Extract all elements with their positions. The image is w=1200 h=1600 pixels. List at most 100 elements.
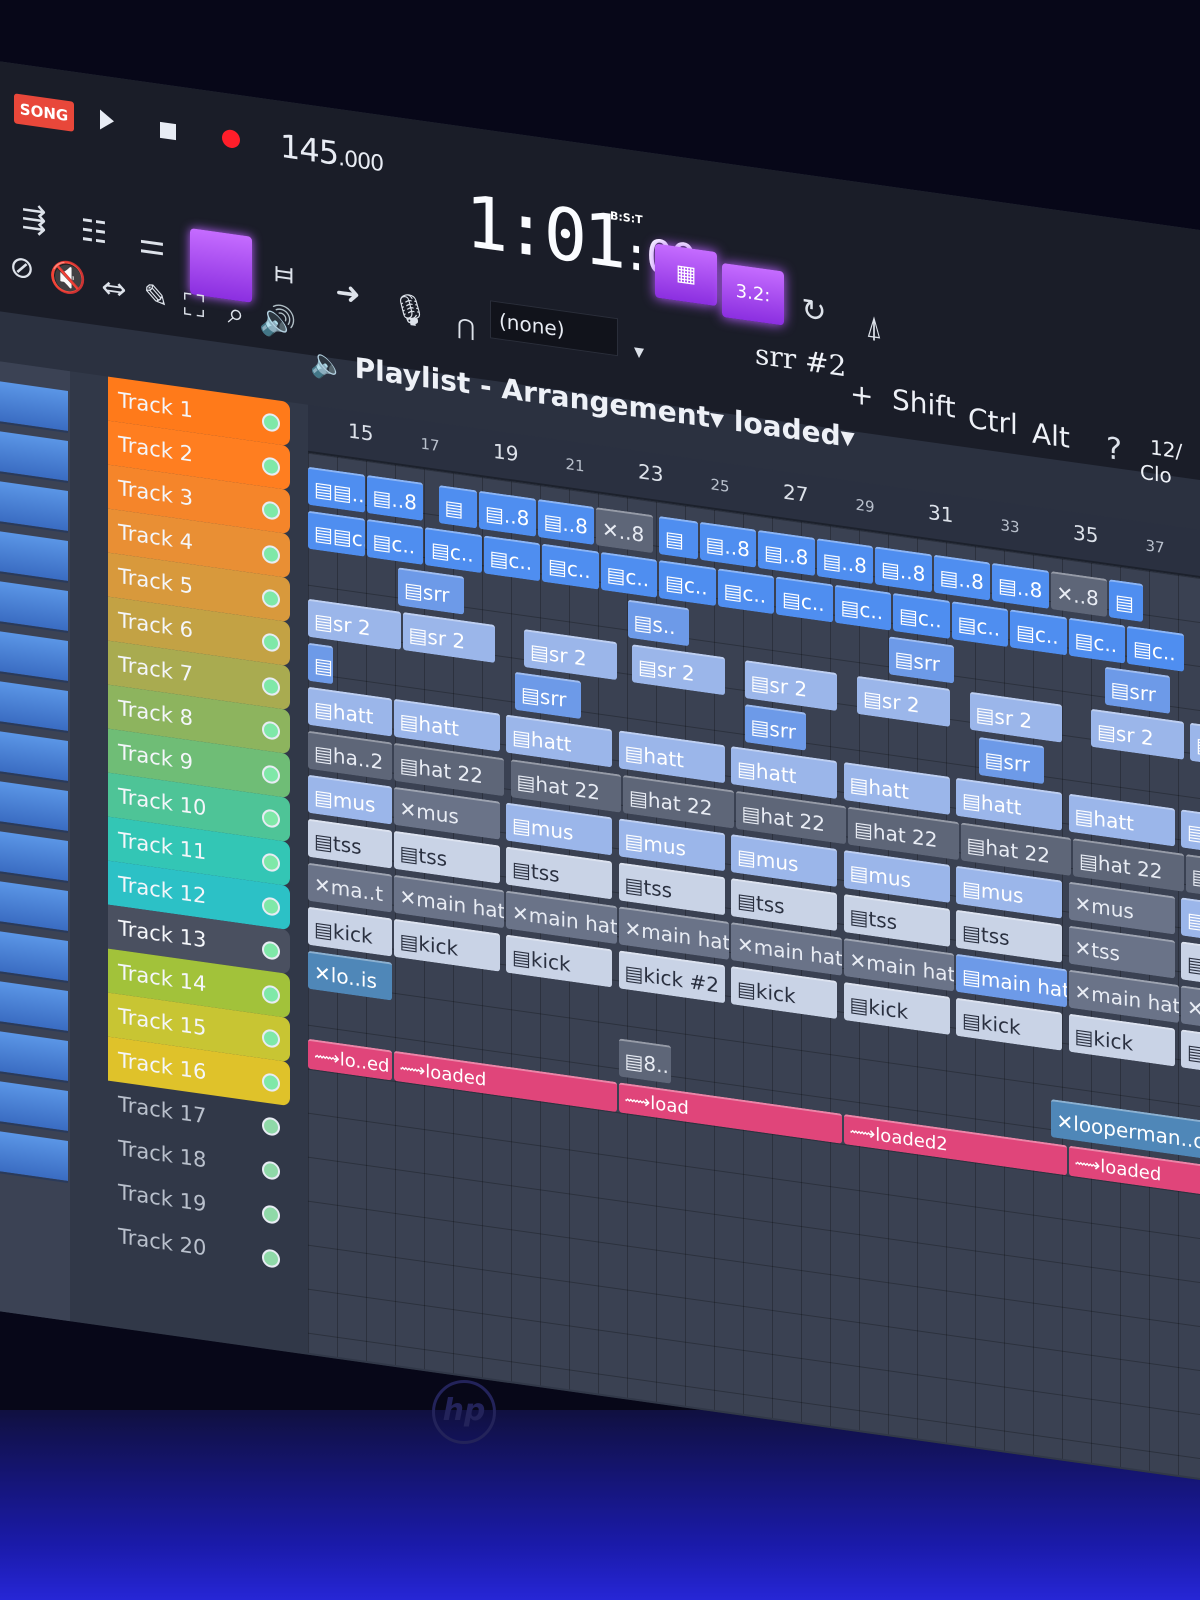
shift-key-button[interactable]: Shift <box>892 383 956 425</box>
pattern-clip[interactable]: ▤..8 <box>816 538 873 585</box>
track-enable-led[interactable] <box>262 1248 280 1269</box>
pattern-clip[interactable]: ▤..8 <box>933 554 990 601</box>
pattern-clip[interactable]: ▤sr 2 <box>857 675 950 727</box>
pattern-clip[interactable]: ▤hatt <box>956 777 1062 831</box>
pattern-clip[interactable]: ▤hatt <box>506 714 612 768</box>
pattern-clip[interactable]: ▤srr <box>978 736 1044 785</box>
pattern-clip[interactable]: ▤ <box>1109 579 1143 623</box>
audio-clip[interactable]: ⟿load <box>618 1082 842 1144</box>
pattern-clip[interactable]: ▤tss <box>308 818 392 869</box>
metronome-icon[interactable]: ⍋ <box>850 301 898 356</box>
pattern-clip[interactable]: ▤c.. <box>1068 617 1125 664</box>
pattern-clip[interactable]: ▤hat 22 <box>1185 854 1200 905</box>
pattern-clip[interactable]: ▤tss <box>731 878 837 932</box>
record-icon[interactable] <box>222 128 240 150</box>
no-entry-icon[interactable]: ⊘ <box>0 241 46 296</box>
pattern-clip[interactable]: ▤tss <box>956 909 1062 963</box>
pattern-clip[interactable]: ▤c.. <box>893 592 950 639</box>
track-enable-led[interactable] <box>262 984 280 1005</box>
track-enable-led[interactable] <box>262 764 280 785</box>
zoom-icon[interactable]: ⌕ <box>212 287 260 342</box>
snap-tool-icon[interactable]: ⇶ <box>10 193 58 248</box>
pattern-clip[interactable]: ▤sr 2 <box>402 611 495 663</box>
countdown-button[interactable]: 3.2: <box>722 262 784 326</box>
pattern-clip[interactable]: ▤..8 <box>479 490 536 537</box>
pattern-clip[interactable]: ▤srr <box>744 704 806 751</box>
browser-item[interactable] <box>0 730 68 783</box>
pattern-clip[interactable]: ▤hatt <box>1181 809 1200 860</box>
track-enable-led[interactable] <box>262 676 280 697</box>
loop-record-icon[interactable]: ↻ <box>790 284 838 339</box>
pattern-clip[interactable]: ✕mus <box>393 786 500 840</box>
audio-clip[interactable]: ⟿lo..ed <box>308 1038 392 1081</box>
pattern-clip[interactable]: ▤kick <box>1068 1013 1175 1067</box>
track-enable-led[interactable] <box>262 456 280 477</box>
pattern-clip[interactable]: ✕tss <box>1068 925 1175 979</box>
browser-item[interactable] <box>0 1130 68 1183</box>
add-pattern-button[interactable]: + <box>850 377 873 413</box>
pattern-clip[interactable]: ▤ha..2 <box>308 730 392 781</box>
pattern-clip[interactable]: ▤ <box>438 485 477 529</box>
pattern-clip[interactable]: ✕..8 <box>596 507 653 554</box>
select-icon[interactable]: ⛶ <box>170 279 218 334</box>
pattern-clip[interactable]: ▤sr 2 <box>1091 708 1184 760</box>
ctrl-key-button[interactable]: Ctrl <box>968 401 1018 441</box>
pattern-clip[interactable]: ▤c.. <box>600 551 657 598</box>
channel-rack-icon[interactable]: ☷ <box>70 205 118 260</box>
track-enable-led[interactable] <box>262 632 280 653</box>
track-enable-led[interactable] <box>262 1072 280 1093</box>
pattern-clip[interactable]: ▤▤c.. <box>308 510 365 557</box>
track-enable-led[interactable] <box>262 588 280 609</box>
pattern-clip[interactable]: ▤srr <box>1104 666 1170 714</box>
pattern-clip[interactable]: ▤..8 <box>875 546 932 593</box>
browser-item[interactable] <box>0 980 68 1033</box>
pattern-clip[interactable]: ▤c.. <box>366 518 423 565</box>
snap-select[interactable]: (none) <box>490 300 618 357</box>
browser-item[interactable] <box>0 380 68 433</box>
pattern-clip[interactable]: ✕ma..t <box>308 862 392 913</box>
browser-item[interactable] <box>0 430 68 483</box>
pattern-clip[interactable]: ▤sr 2 <box>744 660 837 712</box>
pattern-clip[interactable]: ▤tss <box>1181 941 1200 992</box>
pattern-clip[interactable]: ▤tss <box>393 830 500 884</box>
pattern-clip[interactable]: ▤c.. <box>717 568 774 615</box>
pattern-clip[interactable]: ▤ <box>659 516 698 560</box>
pattern-clip[interactable]: ▤mus <box>956 865 1062 919</box>
pattern-clip[interactable]: ▤kick <box>1181 1029 1200 1080</box>
pattern-clip[interactable]: ▤mus <box>308 774 392 825</box>
pattern-clip[interactable]: ▤sr 2 <box>969 691 1062 743</box>
pattern-clip[interactable]: ▤kick <box>731 966 837 1020</box>
pattern-clip[interactable]: ▤kick <box>393 918 500 972</box>
pattern-clip[interactable]: ▤sr 2 <box>632 644 725 696</box>
pattern-clip[interactable]: ▤c.. <box>1127 625 1184 672</box>
pattern-clip[interactable]: ▤kick <box>506 934 612 988</box>
browser-item[interactable] <box>0 930 68 983</box>
pattern-selector[interactable]: srr #2 <box>755 338 846 384</box>
help-icon[interactable]: ? <box>1090 423 1138 478</box>
browser-item[interactable] <box>0 1080 68 1133</box>
pattern-clip[interactable]: ▤hatt <box>731 746 837 800</box>
track-enable-led[interactable] <box>262 720 280 741</box>
pattern-clip[interactable]: ▤hatt <box>843 761 950 815</box>
pattern-clip[interactable]: ▤tss <box>843 893 950 947</box>
pattern-clip[interactable]: ▤mus <box>843 849 950 903</box>
pattern-clip[interactable]: ▤mus <box>731 834 837 888</box>
pattern-clip[interactable]: ▤c.. <box>659 560 716 606</box>
mixer-icon[interactable]: ⧦ <box>260 246 308 301</box>
audio-clip[interactable]: ⟿loaded <box>393 1050 617 1113</box>
pattern-clip[interactable]: ▤ <box>308 642 333 685</box>
pattern-clip[interactable]: ▤..8 <box>758 529 815 576</box>
track-enable-led[interactable] <box>262 1116 280 1137</box>
track-enable-led[interactable] <box>262 1204 280 1225</box>
pattern-clip[interactable]: ▤sr <box>1190 722 1200 771</box>
typing-keyboard-button[interactable]: ▦ <box>655 243 717 307</box>
pattern-clip[interactable]: ▤hatt <box>393 698 500 752</box>
track-enable-led[interactable] <box>262 1028 280 1049</box>
pattern-clip[interactable]: ✕..8 <box>1050 571 1107 617</box>
alt-key-button[interactable]: Alt <box>1032 416 1070 454</box>
tempo-display[interactable]: 145.000 <box>280 127 383 179</box>
pattern-clip[interactable]: ▤tss <box>506 846 612 900</box>
track-enable-led[interactable] <box>262 500 280 521</box>
pattern-clip[interactable]: ▤c.. <box>542 543 599 590</box>
track-enable-led[interactable] <box>262 808 280 829</box>
